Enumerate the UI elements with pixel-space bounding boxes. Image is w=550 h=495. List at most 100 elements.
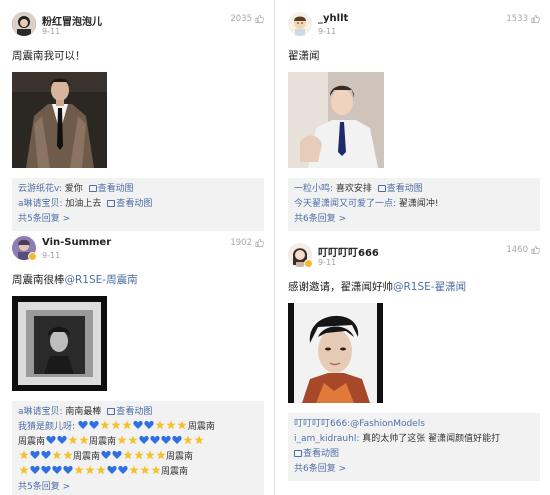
star-emoji xyxy=(182,435,193,445)
star-emoji xyxy=(100,420,111,430)
comment-card: _yhllt 9-11 1533 翟潇闻 一粒小鸣: 喜欢安排 查看动图 今天翟… xyxy=(288,12,540,231)
reply-author[interactable]: 我猜是颜儿呀: xyxy=(18,422,75,432)
blue-heart-emoji xyxy=(133,420,144,430)
reply-author[interactable]: i_am_kidrauhl: xyxy=(294,434,359,444)
like-button[interactable]: 2035 xyxy=(230,14,264,24)
view-gif-link[interactable]: 查看动图 xyxy=(88,184,134,194)
comment-text: 周震南我可以！ xyxy=(12,50,86,62)
reply-text: 加油上去 xyxy=(62,199,102,209)
thumbs-up-icon xyxy=(255,239,264,247)
reply-author[interactable]: a琳请宝贝: xyxy=(18,407,63,417)
star-emoji xyxy=(127,435,138,445)
reply-text: 南南最棒 xyxy=(62,407,102,417)
reply-item[interactable]: a琳请宝贝: 南南最棒 查看动图 xyxy=(18,405,258,420)
blue-heart-emoji xyxy=(29,465,40,475)
reply-item[interactable]: a琳请宝贝: 加油上去 查看动图 xyxy=(18,197,258,212)
star-emoji xyxy=(122,420,133,430)
reply-author[interactable]: 云游纸花v: xyxy=(18,184,62,194)
blue-heart-emoji xyxy=(138,435,149,445)
like-button[interactable]: 1460 xyxy=(506,245,540,255)
image-icon xyxy=(107,200,116,207)
more-replies-link[interactable]: 共5条回复 > xyxy=(18,212,258,227)
reply-author[interactable]: 叮叮叮叮666: xyxy=(294,419,350,429)
star-emoji xyxy=(144,450,155,460)
blue-heart-emoji xyxy=(29,450,40,460)
comment-date: 9-11 xyxy=(42,251,61,260)
mention-link[interactable]: @R1SE-周震南 xyxy=(65,274,138,286)
comment-photo[interactable] xyxy=(12,296,107,391)
username[interactable]: Vin-Summer xyxy=(42,237,111,248)
star-emoji xyxy=(128,465,139,475)
star-emoji xyxy=(166,420,177,430)
star-emoji xyxy=(150,465,161,475)
thumbs-up-icon xyxy=(531,15,540,23)
comment-card: Vin-Summer 9-11 1902 周震南很棒@R1SE-周震南 a琳请宝… xyxy=(12,236,264,495)
more-replies-link[interactable]: 共5条回复 > xyxy=(18,480,258,495)
blue-heart-emoji xyxy=(89,420,100,430)
comment-header: _yhllt 9-11 1533 xyxy=(288,12,540,42)
reply-text: 喜欢安排 xyxy=(333,184,372,194)
star-emoji xyxy=(95,465,106,475)
image-icon xyxy=(107,408,116,415)
comment-photo[interactable] xyxy=(288,72,384,168)
comment-photo[interactable] xyxy=(12,72,107,168)
blue-heart-emoji xyxy=(51,465,62,475)
reply-item[interactable]: 叮叮叮叮666:@FashionModels xyxy=(294,417,534,432)
username[interactable]: 粉红冒泡泡儿 xyxy=(42,13,102,28)
reply-list: 一粒小鸣: 喜欢安排 查看动图 今天翟潇闻又可爱了一点: 翟潇闻冲! 共6条回复… xyxy=(288,178,540,231)
comment-text: 感谢邀请，翟潇闻好帅@R1SE-翟潇闻 xyxy=(288,281,467,293)
more-replies-link[interactable]: 共6条回复 > xyxy=(294,212,534,227)
reply-author[interactable]: a琳请宝贝: xyxy=(18,199,63,209)
comment-text: 翟潇闻 xyxy=(288,50,320,62)
reply-item[interactable]: i_am_kidrauhl: 真的太帅了这张 翟潇闻颜值好能打 查看动图 xyxy=(294,432,534,462)
reply-item[interactable]: 我猜是颜儿呀: 周震南 周震南 周震南 周震南 周震南 周震南 xyxy=(18,420,258,480)
mention-link[interactable]: @R1SE-翟潇闻 xyxy=(393,281,466,293)
username[interactable]: 叮叮叮叮666 xyxy=(318,244,379,259)
reply-item[interactable]: 今天翟潇闻又可爱了一点: 翟潇闻冲! xyxy=(294,197,534,212)
star-emoji xyxy=(18,450,29,460)
comment-text: 周震南很棒@R1SE-周震南 xyxy=(12,274,138,286)
reply-item[interactable]: 一粒小鸣: 喜欢安排 查看动图 xyxy=(294,182,534,197)
reply-text: 周震南 xyxy=(73,452,101,462)
comment-date: 9-11 xyxy=(318,258,337,267)
reply-text: 周震南 xyxy=(166,452,194,462)
star-emoji xyxy=(18,465,29,475)
like-count: 1533 xyxy=(506,14,528,24)
star-emoji xyxy=(111,420,122,430)
reply-author[interactable]: 今天翟潇闻又可爱了一点: xyxy=(294,199,396,209)
view-gif-link[interactable]: 查看动图 xyxy=(294,449,339,459)
verified-badge xyxy=(304,259,313,268)
avatar[interactable] xyxy=(288,12,312,36)
reply-list: 叮叮叮叮666:@FashionModels i_am_kidrauhl: 真的… xyxy=(288,413,540,481)
like-button[interactable]: 1533 xyxy=(506,14,540,24)
comment-card: 粉红冒泡泡儿 9-11 2035 周震南我可以！ 云游纸花v: 爱你 查看动图 … xyxy=(12,12,264,231)
more-replies-link[interactable]: 共6条回复 > xyxy=(294,462,534,477)
weibo-comments-page: 粉红冒泡泡儿 9-11 2035 周震南我可以！ 云游纸花v: 爱你 查看动图 … xyxy=(0,0,550,495)
like-button[interactable]: 1902 xyxy=(230,238,264,248)
blue-heart-emoji xyxy=(117,465,128,475)
thumbs-up-icon xyxy=(531,246,540,254)
blue-heart-emoji xyxy=(171,435,182,445)
reply-text: 周震南 xyxy=(161,467,189,477)
blue-heart-emoji xyxy=(45,435,56,445)
image-icon xyxy=(88,185,97,192)
star-emoji xyxy=(177,420,188,430)
avatar[interactable] xyxy=(12,12,36,36)
reply-list: a琳请宝贝: 南南最棒 查看动图 我猜是颜儿呀: 周震南 周震南 周震南 周震南 周震南… xyxy=(12,401,264,495)
comment-photo[interactable] xyxy=(288,303,383,403)
reply-author[interactable]: 一粒小鸣: xyxy=(294,184,333,194)
image-icon xyxy=(294,450,302,457)
comment-card: 叮叮叮叮666 9-11 1460 感谢邀请，翟潇闻好帅@R1SE-翟潇闻 叮叮… xyxy=(288,243,540,481)
column-divider xyxy=(274,0,275,495)
star-emoji xyxy=(51,450,62,460)
view-gif-link[interactable]: 查看动图 xyxy=(377,184,423,194)
view-gif-link[interactable]: 查看动图 xyxy=(107,407,152,417)
username[interactable]: _yhllt xyxy=(318,13,348,24)
reply-text: 周震南 xyxy=(187,422,215,432)
star-emoji xyxy=(133,450,144,460)
reply-item[interactable]: 云游纸花v: 爱你 查看动图 xyxy=(18,182,258,197)
view-gif-link[interactable]: 查看动图 xyxy=(107,199,152,209)
star-emoji xyxy=(193,435,204,445)
thumbs-up-icon xyxy=(255,15,264,23)
mention-link[interactable]: @FashionModels xyxy=(350,419,425,429)
